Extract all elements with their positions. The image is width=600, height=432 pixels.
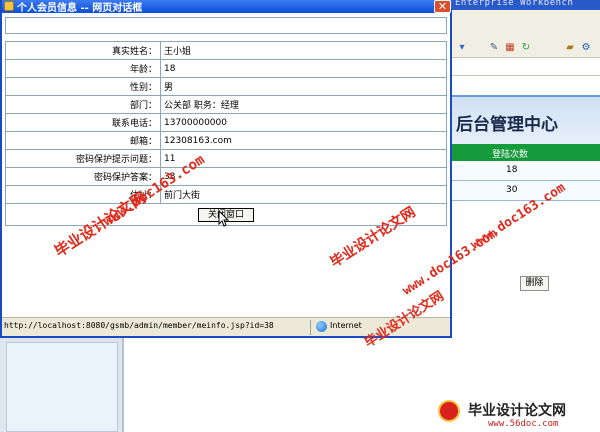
status-divider	[310, 320, 311, 335]
dialog-top-box	[5, 17, 447, 34]
table-row: 真实姓名： 王小姐	[5, 41, 447, 60]
field-label: 联系电话：	[5, 113, 161, 132]
field-label: 年龄：	[5, 59, 161, 78]
globe-icon	[316, 321, 327, 332]
table-row: 联系电话： 13700000000	[5, 113, 447, 132]
dropdown-arrow-icon[interactable]: ▾	[456, 42, 468, 54]
field-value: 18	[160, 59, 447, 78]
dialog-app-icon	[4, 1, 14, 11]
status-zone: Internet	[330, 321, 362, 330]
field-value: 13700000000	[160, 113, 447, 132]
table-row: 邮箱： 12308163.com	[5, 131, 447, 150]
field-value: 前门大街	[160, 185, 447, 204]
table-row: 住址： 前门大街	[5, 185, 447, 204]
table-row: 30	[452, 181, 600, 201]
login-count-column-header: 登陆次数	[492, 150, 529, 160]
field-value: 33	[160, 167, 447, 186]
field-label: 密码保护提示问题：	[5, 149, 161, 168]
refresh-icon[interactable]: ↻	[520, 42, 532, 54]
login-count-cell: 18	[506, 165, 518, 175]
dialog-body: 真实姓名： 王小姐 年龄： 18 性别：男部门： 公关部 职务：经理 联系电话： 137000…	[2, 13, 450, 317]
table-row: 性别：男	[5, 77, 447, 96]
table-row: 密码保护提示问题： 11	[5, 149, 447, 168]
login-count-cell: 30	[506, 185, 518, 195]
field-label: 邮箱：	[5, 131, 161, 150]
table-row: 部门： 公关部 职务：经理	[5, 95, 447, 114]
table-row: 年龄： 18	[5, 59, 447, 78]
table-row: 密码保护答案： 33	[5, 167, 447, 186]
delete-button[interactable]: 删除	[520, 276, 549, 291]
site-logo: 毕业设计论文网 www.56doc.com	[432, 398, 600, 432]
admin-center-title: 后台管理中心	[456, 115, 558, 135]
edit-icon[interactable]: ✎	[488, 42, 500, 54]
table-row: 18	[452, 161, 600, 181]
close-icon[interactable]: ✕	[434, 0, 451, 13]
field-value: 12308163.com	[160, 131, 447, 150]
logo-text: 毕业设计论文网	[468, 403, 566, 419]
background-address-bar[interactable]	[452, 58, 600, 76]
background-left-frame	[6, 342, 118, 432]
member-info-table: 真实姓名： 王小姐 年龄： 18 性别：男部门： 公关部 职务：经理 联系电话： 137000…	[5, 41, 447, 226]
seal-icon	[438, 400, 460, 422]
logo-url: www.56doc.com	[488, 419, 559, 429]
background-toolbar: ▾ ✎ ▦ ↻ ▰ ⚙	[452, 10, 600, 58]
dialog-title: 个人会员信息 -- 网页对话框	[17, 3, 143, 14]
background-bottom-area	[124, 338, 452, 432]
field-label: 密码保护答案：	[5, 167, 161, 186]
member-info-dialog: 个人会员信息 -- 网页对话框 ✕ 真实姓名： 王小姐 年龄： 18 性别：男部门： 公关…	[0, 0, 452, 338]
field-value: 王小姐	[160, 41, 447, 60]
grid-icon[interactable]: ▦	[504, 42, 516, 54]
field-value: 公关部 职务：经理	[160, 95, 447, 114]
background-window-title: Enterprise Workbench	[455, 0, 574, 8]
field-label: 真实姓名：	[5, 41, 161, 60]
field-label: 部门：	[5, 95, 161, 114]
tools-icon[interactable]: ⚙	[580, 42, 592, 54]
mouse-cursor-icon	[218, 210, 230, 227]
folder-icon[interactable]: ▰	[564, 42, 576, 54]
dialog-titlebar[interactable]: 个人会员信息 -- 网页对话框 ✕	[2, 0, 452, 14]
status-url: http://localhost:8080/gsmb/admin/member/…	[4, 321, 274, 330]
field-value: 男	[160, 77, 447, 96]
field-label: 性别：	[5, 77, 161, 96]
